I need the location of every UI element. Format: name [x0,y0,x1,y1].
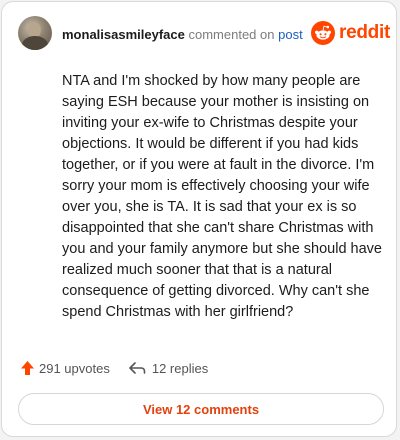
action-text: commented on [188,27,275,42]
comment-body: NTA and I'm shocked by how many people a… [62,73,382,320]
replies-stat[interactable]: 12 replies [128,361,208,376]
reply-arrow-icon [129,362,146,374]
reddit-logo[interactable]: reddit [311,21,390,45]
upvote-arrow-icon [21,361,34,375]
replies-count: 12 replies [151,360,209,376]
reddit-snoo-icon [311,21,335,45]
upvotes-stat[interactable]: 291 upvotes [20,360,110,376]
reddit-wordmark: reddit [339,22,390,43]
username-link[interactable]: monalisasmileyface [62,27,185,42]
comment-card: monalisasmileyface commented on post red… [1,1,397,437]
comment-stats: 291 upvotes 12 replies [20,360,208,376]
avatar[interactable] [18,16,52,50]
upvotes-count: 291 upvotes [39,360,110,376]
avatar-body [22,36,48,50]
view-comments-button[interactable]: View 12 comments [18,393,384,425]
post-link[interactable]: post [278,27,303,42]
comment-header: monalisasmileyface commented on post [62,27,303,43]
